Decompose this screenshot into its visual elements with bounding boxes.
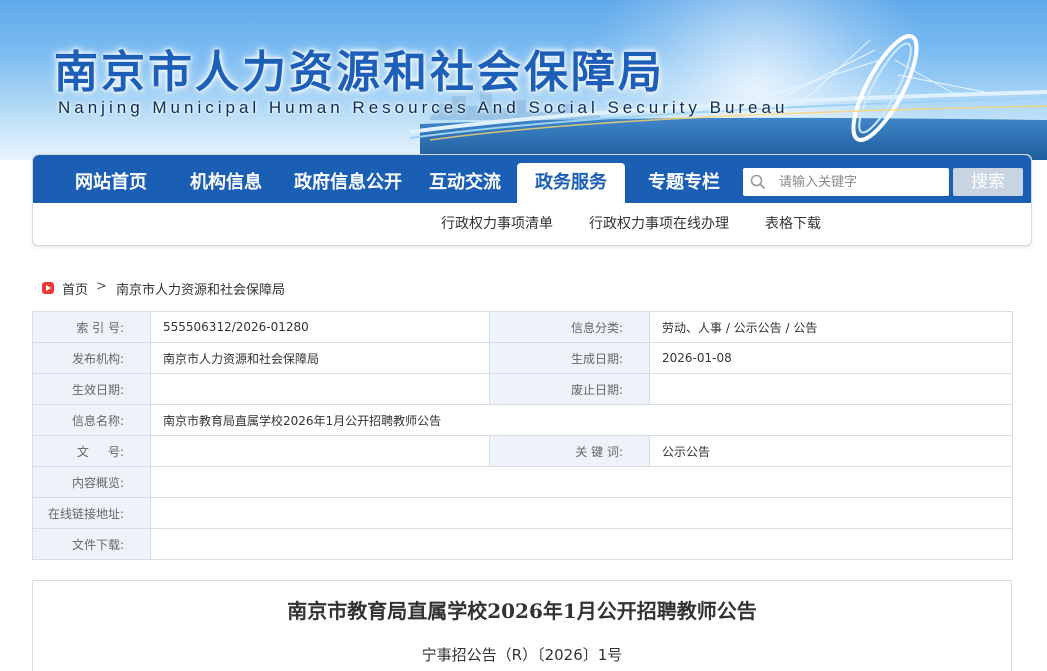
nav-item-home[interactable]: 网站首页 bbox=[53, 155, 169, 203]
nav-item-special-topics[interactable]: 专题专栏 bbox=[629, 155, 739, 203]
index-value: 555506312/2026-01280 bbox=[150, 311, 490, 343]
index-label: 索 引 号: bbox=[32, 311, 151, 343]
online-link-label: 在线链接地址: bbox=[32, 497, 151, 529]
effective-date-label: 生效日期: bbox=[32, 373, 151, 405]
expiry-date-value bbox=[649, 373, 1013, 405]
subnav-item-online-processing[interactable]: 行政权力事项在线办理 bbox=[589, 213, 729, 233]
breadcrumb-home-link[interactable]: 首页 bbox=[62, 279, 88, 298]
table-row: 文 号: 关 键 词: 公示公告 bbox=[32, 435, 1013, 467]
doc-number-label: 文 号: bbox=[32, 435, 151, 467]
file-download-value[interactable] bbox=[150, 528, 1013, 560]
nav-item-organization[interactable]: 机构信息 bbox=[171, 155, 281, 203]
search-icon bbox=[750, 174, 766, 190]
keywords-label: 关 键 词: bbox=[489, 435, 650, 467]
subnav-item-power-list[interactable]: 行政权力事项清单 bbox=[441, 213, 553, 233]
doc-number-value bbox=[150, 435, 490, 467]
table-row: 内容概览: bbox=[32, 466, 1013, 498]
nav-item-gov-info[interactable]: 政府信息公开 bbox=[283, 155, 413, 203]
nav-item-interaction[interactable]: 互动交流 bbox=[415, 155, 515, 203]
table-row: 在线链接地址: bbox=[32, 497, 1013, 529]
table-row: 索 引 号: 555506312/2026-01280 信息分类: 劳动、人事 … bbox=[32, 311, 1013, 343]
overview-label: 内容概览: bbox=[32, 466, 151, 498]
created-date-value: 2026-01-08 bbox=[649, 342, 1013, 374]
nav-bar: 网站首页 机构信息 政府信息公开 互动交流 政务服务 专题专栏 搜索 bbox=[33, 155, 1031, 203]
category-label: 信息分类: bbox=[489, 311, 650, 343]
info-name-value: 南京市教育局直属学校2026年1月公开招聘教师公告 bbox=[150, 404, 1013, 436]
effective-date-value bbox=[150, 373, 490, 405]
table-row: 生效日期: 废止日期: bbox=[32, 373, 1013, 405]
search-input[interactable] bbox=[779, 168, 945, 196]
document-info-table: 索 引 号: 555506312/2026-01280 信息分类: 劳动、人事 … bbox=[32, 311, 1013, 560]
file-download-label: 文件下载: bbox=[32, 528, 151, 560]
article-title: 南京市教育局直属学校2026年1月公开招聘教师公告 bbox=[287, 599, 757, 623]
location-icon bbox=[42, 282, 54, 294]
created-date-label: 生成日期: bbox=[489, 342, 650, 374]
site-subtitle: Nanjing Municipal Human Resources And So… bbox=[58, 98, 789, 117]
online-link-value[interactable] bbox=[150, 497, 1013, 529]
article-doc-number: 宁事招公告（R）〔2026〕1号 bbox=[421, 646, 623, 664]
table-row: 文件下载: bbox=[32, 528, 1013, 560]
search-button[interactable]: 搜索 bbox=[953, 168, 1023, 196]
nav-item-gov-services[interactable]: 政务服务 bbox=[517, 163, 625, 203]
info-name-label: 信息名称: bbox=[32, 404, 151, 436]
expiry-date-label: 废止日期: bbox=[489, 373, 650, 405]
site-title: 南京市人力资源和社会保障局 bbox=[54, 47, 665, 98]
breadcrumb-current-link[interactable]: 南京市人力资源和社会保障局 bbox=[116, 279, 285, 298]
publisher-label: 发布机构: bbox=[32, 342, 151, 374]
category-value: 劳动、人事 / 公示公告 / 公告 bbox=[649, 311, 1013, 343]
table-row: 发布机构: 南京市人力资源和社会保障局 生成日期: 2026-01-08 bbox=[32, 342, 1013, 374]
publisher-value: 南京市人力资源和社会保障局 bbox=[150, 342, 490, 374]
site-banner: 南京市人力资源和社会保障局 Nanjing Municipal Human Re… bbox=[0, 0, 1047, 160]
keywords-value: 公示公告 bbox=[649, 435, 1013, 467]
main-navigation: 网站首页 机构信息 政府信息公开 互动交流 政务服务 专题专栏 搜索 行政权力事… bbox=[32, 154, 1032, 246]
subnav-item-form-download[interactable]: 表格下载 bbox=[765, 213, 821, 233]
overview-value bbox=[150, 466, 1013, 498]
breadcrumb-separator: > bbox=[96, 279, 107, 294]
article-content: 南京市教育局直属学校2026年1月公开招聘教师公告 宁事招公告（R）〔2026〕… bbox=[32, 580, 1012, 671]
search-box bbox=[743, 168, 949, 196]
table-row: 信息名称: 南京市教育局直属学校2026年1月公开招聘教师公告 bbox=[32, 404, 1013, 436]
